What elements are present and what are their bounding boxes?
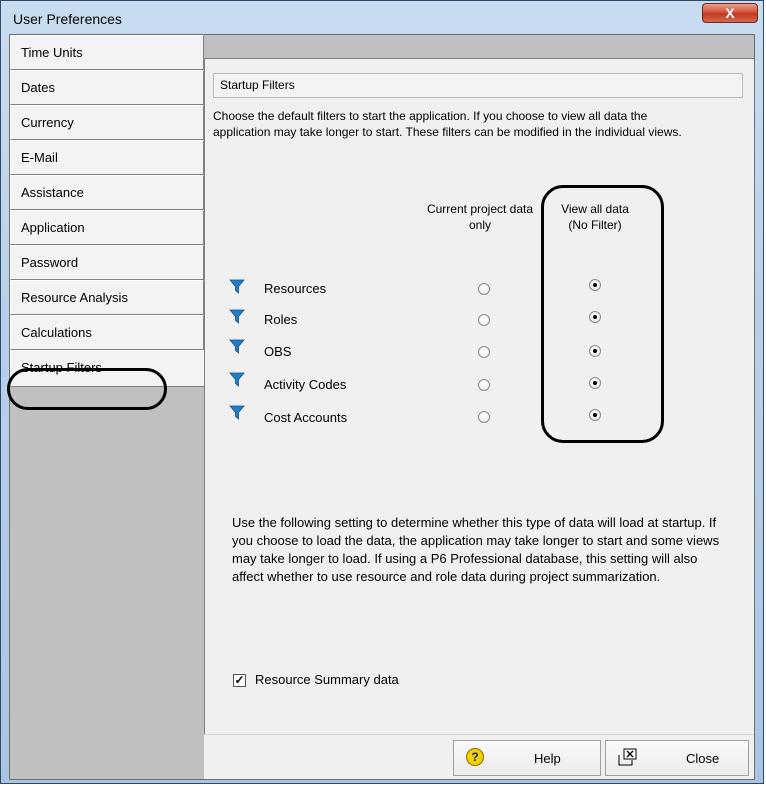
row-label-resources: Resources	[264, 281, 327, 296]
filter-funnel-icon	[229, 372, 245, 387]
row-label-cost-accounts: Cost Accounts	[264, 410, 348, 425]
tab-calculations[interactable]: Calculations	[10, 315, 204, 350]
close-button[interactable]: Close	[605, 740, 749, 776]
close-window-button[interactable]: X	[702, 3, 758, 23]
radio-activity-codes-view-all[interactable]	[589, 377, 601, 389]
resource-summary-label[interactable]: Resource Summary data	[255, 672, 399, 687]
tab-email[interactable]: E-Mail	[10, 140, 204, 175]
user-preferences-window: User Preferences X Time Units Dates Curr…	[0, 0, 764, 784]
filter-funnel-icon	[229, 405, 245, 420]
radio-activity-codes-current[interactable]	[478, 379, 490, 391]
resource-summary-description: Use the following setting to determine w…	[232, 515, 720, 584]
resource-summary-checkbox[interactable]: ✓	[233, 674, 246, 687]
close-button-label: Close	[686, 751, 720, 766]
radio-resources-current[interactable]	[478, 283, 490, 295]
radio-roles-view-all[interactable]	[589, 311, 601, 323]
dialog-button-bar: ? Help Close	[204, 734, 754, 779]
radio-obs-current[interactable]	[478, 346, 490, 358]
tab-password[interactable]: Password	[10, 245, 204, 280]
row-label-roles: Roles	[264, 312, 298, 327]
filter-funnel-icon	[229, 309, 245, 324]
help-button-label: Help	[534, 751, 561, 766]
row-label-activity-codes: Activity Codes	[264, 377, 347, 392]
tab-application[interactable]: Application	[10, 210, 204, 245]
radio-resources-view-all[interactable]	[589, 279, 601, 291]
tab-resource-analysis[interactable]: Resource Analysis	[10, 280, 204, 315]
tab-startup-filters[interactable]: Startup Filters	[10, 350, 208, 387]
filters-description: Choose the default filters to start the …	[213, 109, 682, 139]
help-question-icon: ?	[466, 748, 484, 766]
tab-dates[interactable]: Dates	[10, 70, 204, 105]
radio-roles-current[interactable]	[478, 314, 490, 326]
help-button[interactable]: ? Help	[453, 740, 601, 776]
filter-funnel-icon	[229, 279, 245, 294]
title-bar[interactable]: User Preferences X	[1, 1, 763, 35]
column-header-current-project: Current project data only	[426, 202, 534, 232]
close-window-icon	[618, 748, 637, 766]
filter-funnel-icon	[229, 339, 245, 354]
tab-currency[interactable]: Currency	[10, 105, 204, 140]
window-title: User Preferences	[13, 11, 122, 27]
dialog-client: Time Units Dates Currency E-Mail Assista…	[9, 34, 755, 780]
radio-cost-accounts-current[interactable]	[478, 411, 490, 423]
row-label-obs: OBS	[264, 344, 292, 359]
tab-time-units[interactable]: Time Units	[10, 35, 204, 70]
radio-cost-accounts-view-all[interactable]	[589, 409, 601, 421]
section-header: Startup Filters	[213, 73, 743, 98]
startup-filters-panel: Startup Filters Choose the default filte…	[204, 58, 754, 734]
radio-obs-view-all[interactable]	[589, 345, 601, 357]
column-header-view-all: View all data (No Filter)	[561, 202, 629, 232]
tab-assistance[interactable]: Assistance	[10, 175, 204, 210]
